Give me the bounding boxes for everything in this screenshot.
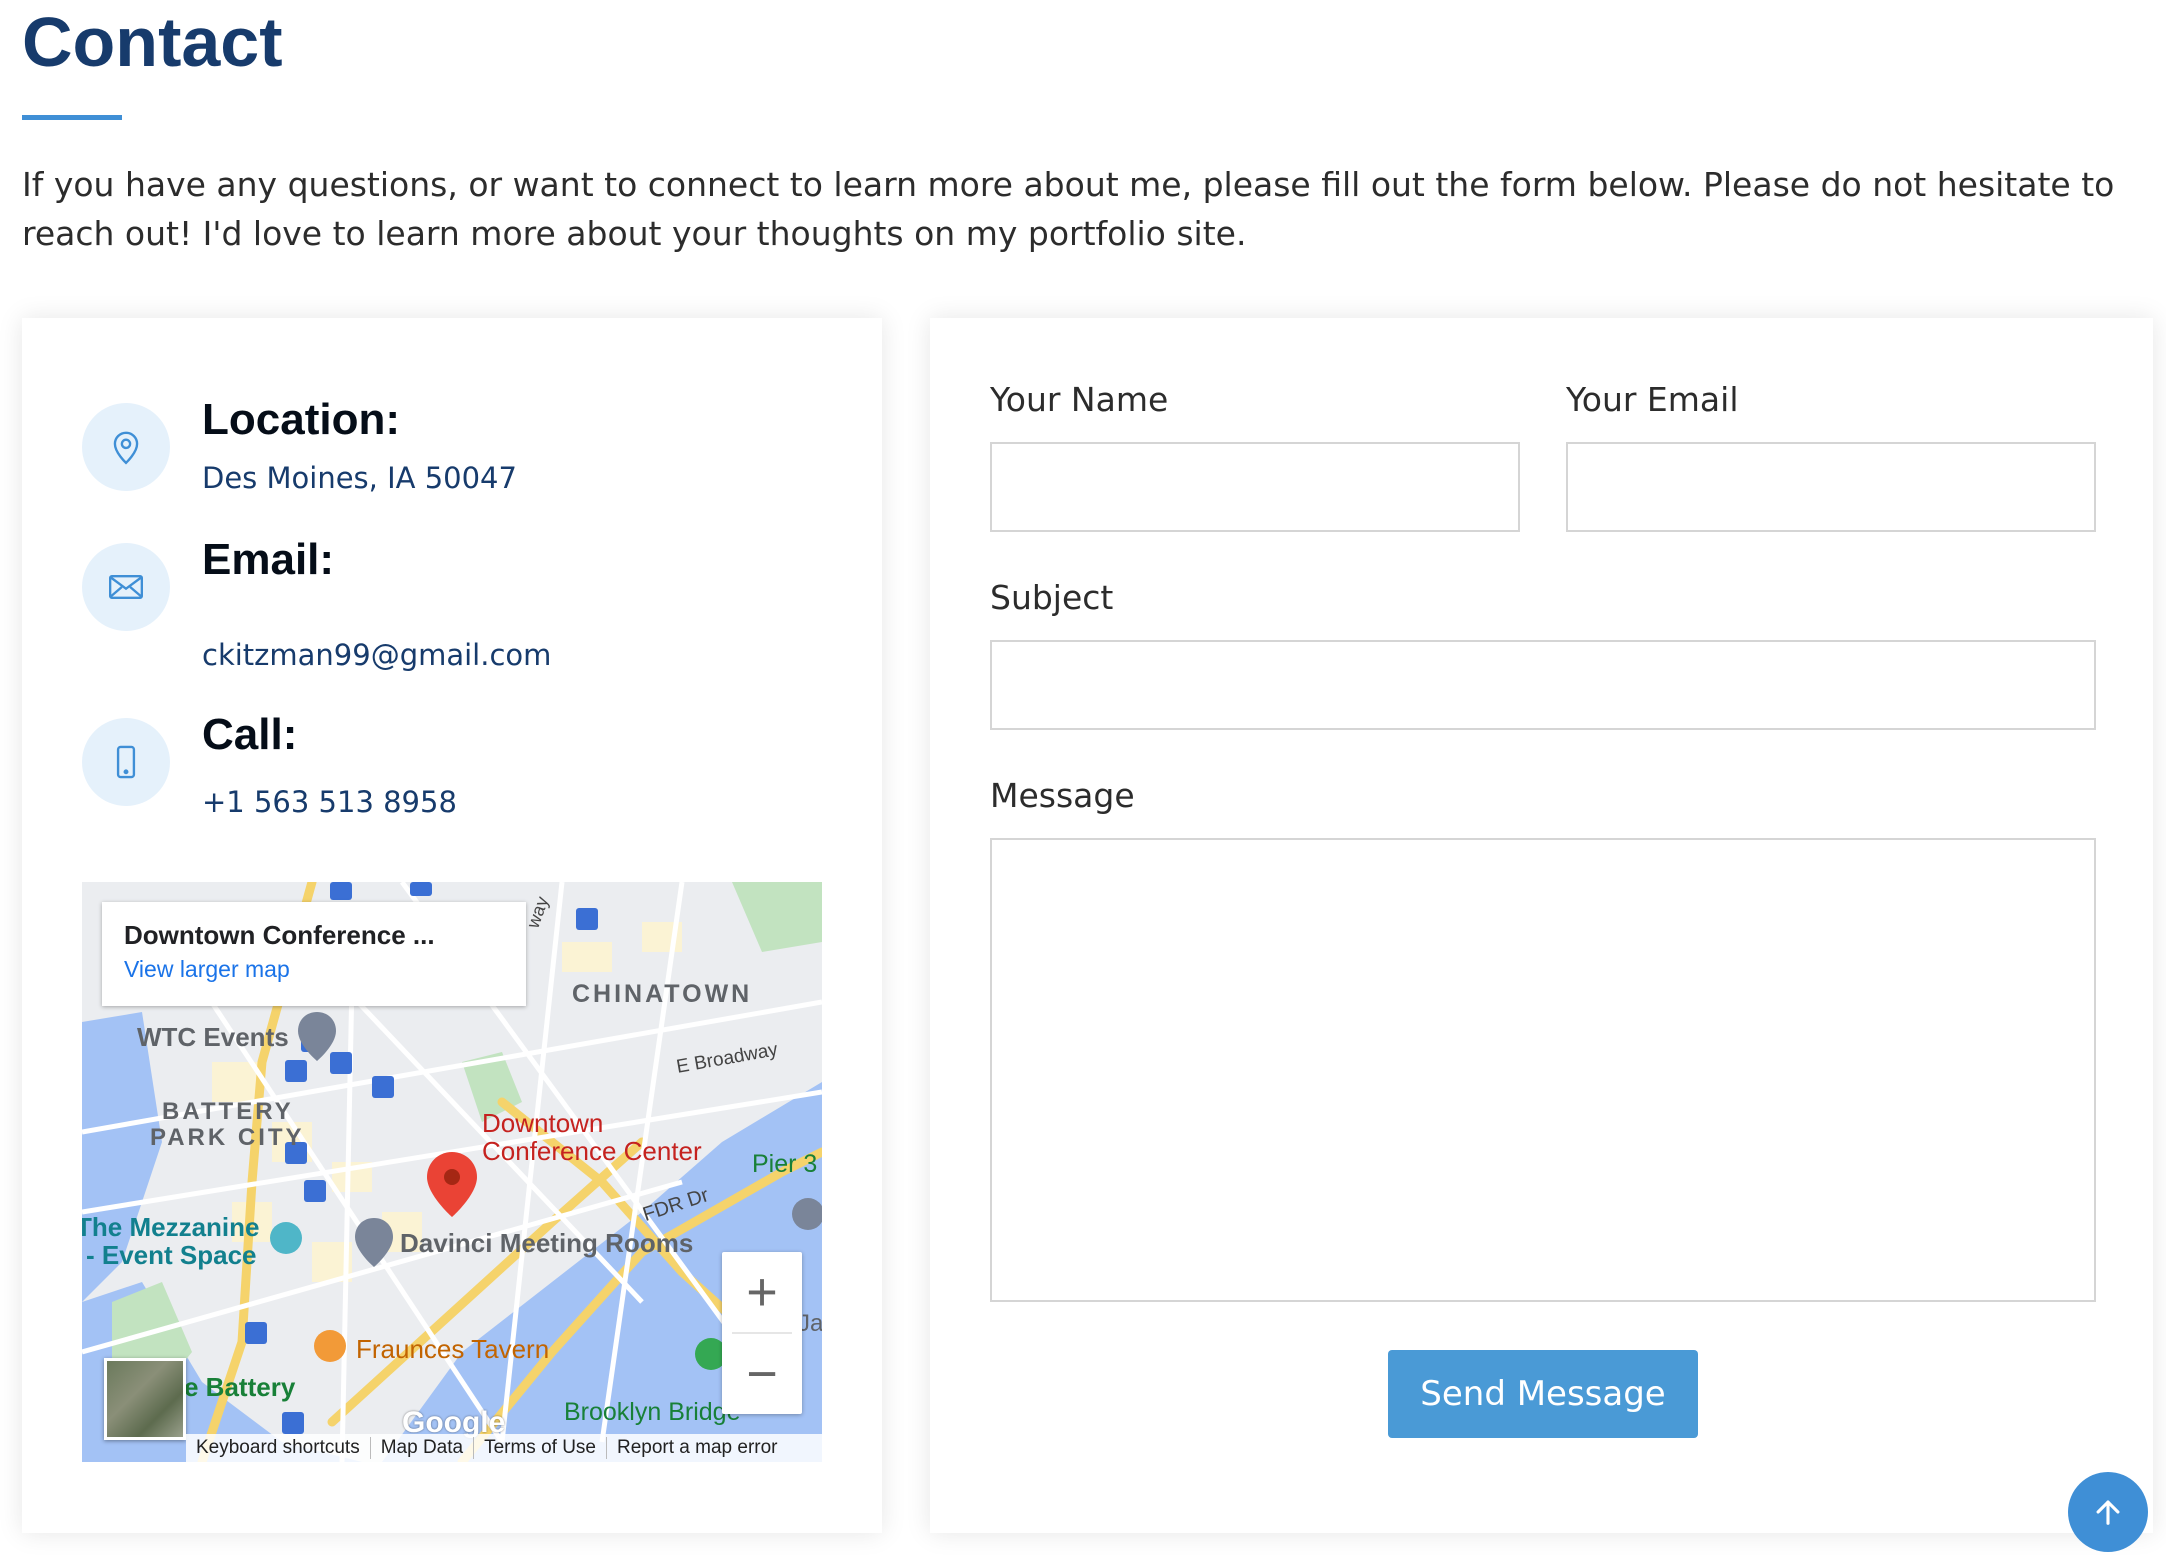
title-underline: [22, 115, 122, 120]
message-label: Message: [990, 776, 1135, 815]
map-label-fraunces: Fraunces Tavern: [356, 1334, 550, 1364]
phone-link[interactable]: +1 563 513 8958: [202, 785, 457, 819]
map-place-title: Downtown Conference ...: [124, 920, 435, 950]
envelope-icon: [82, 543, 170, 631]
page-title: Contact: [22, 3, 283, 81]
map-label-brooklyn-bridge: Brooklyn Bridge: [564, 1398, 741, 1426]
zoom-out-button[interactable]: −: [722, 1334, 802, 1414]
subject-label: Subject: [990, 578, 1114, 617]
map-label-downtown: Downtown: [482, 1108, 604, 1138]
send-message-button[interactable]: Send Message: [1388, 1350, 1698, 1438]
location-heading: Location:: [202, 395, 400, 444]
email-input[interactable]: [1566, 442, 2096, 532]
intro-text: If you have any questions, or want to co…: [22, 165, 2115, 253]
email-link[interactable]: ckitzman99@gmail.com: [202, 638, 551, 672]
embedded-map[interactable]: CHINATOWN WTC Events BATTERY PARK CITY E…: [82, 882, 822, 1462]
map-label-mezzanine: The Mezzanine: [82, 1212, 260, 1242]
map-place-card: Downtown Conference ... View larger map: [102, 902, 526, 1006]
map-pin-icon: [82, 403, 170, 491]
map-label-battery-park: e Battery: [184, 1372, 296, 1402]
terms-of-use-link[interactable]: Terms of Use: [474, 1437, 607, 1459]
name-label: Your Name: [990, 380, 1169, 419]
map-footer: Keyboard shortcuts Map Data Terms of Use…: [186, 1434, 822, 1462]
map-label-battery: BATTERY: [162, 1098, 294, 1125]
back-to-top-button[interactable]: [2068, 1472, 2148, 1552]
phone-icon: [82, 718, 170, 806]
report-map-error-link[interactable]: Report a map error: [607, 1437, 788, 1459]
map-label-conference-center: Conference Center: [482, 1136, 702, 1166]
map-label-event-space: - Event Space: [86, 1240, 257, 1270]
location-value: Des Moines, IA 50047: [202, 461, 517, 495]
call-heading: Call:: [202, 710, 298, 759]
message-textarea[interactable]: [990, 838, 2096, 1302]
email-label: Your Email: [1566, 380, 1739, 419]
map-label-wtc-events: WTC Events: [137, 1022, 289, 1052]
zoom-in-button[interactable]: +: [722, 1252, 802, 1332]
contact-info-card: Location: Des Moines, IA 50047 Email: ck…: [22, 318, 882, 1533]
contact-form-card: Your Name Your Email Subject Message Sen…: [930, 318, 2153, 1533]
map-zoom-control: + −: [722, 1252, 802, 1414]
view-larger-map-link[interactable]: View larger map: [124, 956, 290, 983]
map-label-davinci: Davinci Meeting Rooms: [400, 1228, 694, 1258]
map-data-link[interactable]: Map Data: [371, 1437, 475, 1459]
satellite-toggle-thumbnail[interactable]: [104, 1358, 186, 1440]
map-label-park-city: PARK CITY: [150, 1124, 305, 1151]
email-heading: Email:: [202, 535, 335, 584]
arrow-up-icon: [2096, 1500, 2120, 1525]
map-label-chinatown: CHINATOWN: [572, 980, 753, 1008]
map-label-pier: Pier 3: [752, 1150, 818, 1178]
name-input[interactable]: [990, 442, 1520, 532]
subject-input[interactable]: [990, 640, 2096, 730]
keyboard-shortcuts-link[interactable]: Keyboard shortcuts: [186, 1437, 371, 1459]
